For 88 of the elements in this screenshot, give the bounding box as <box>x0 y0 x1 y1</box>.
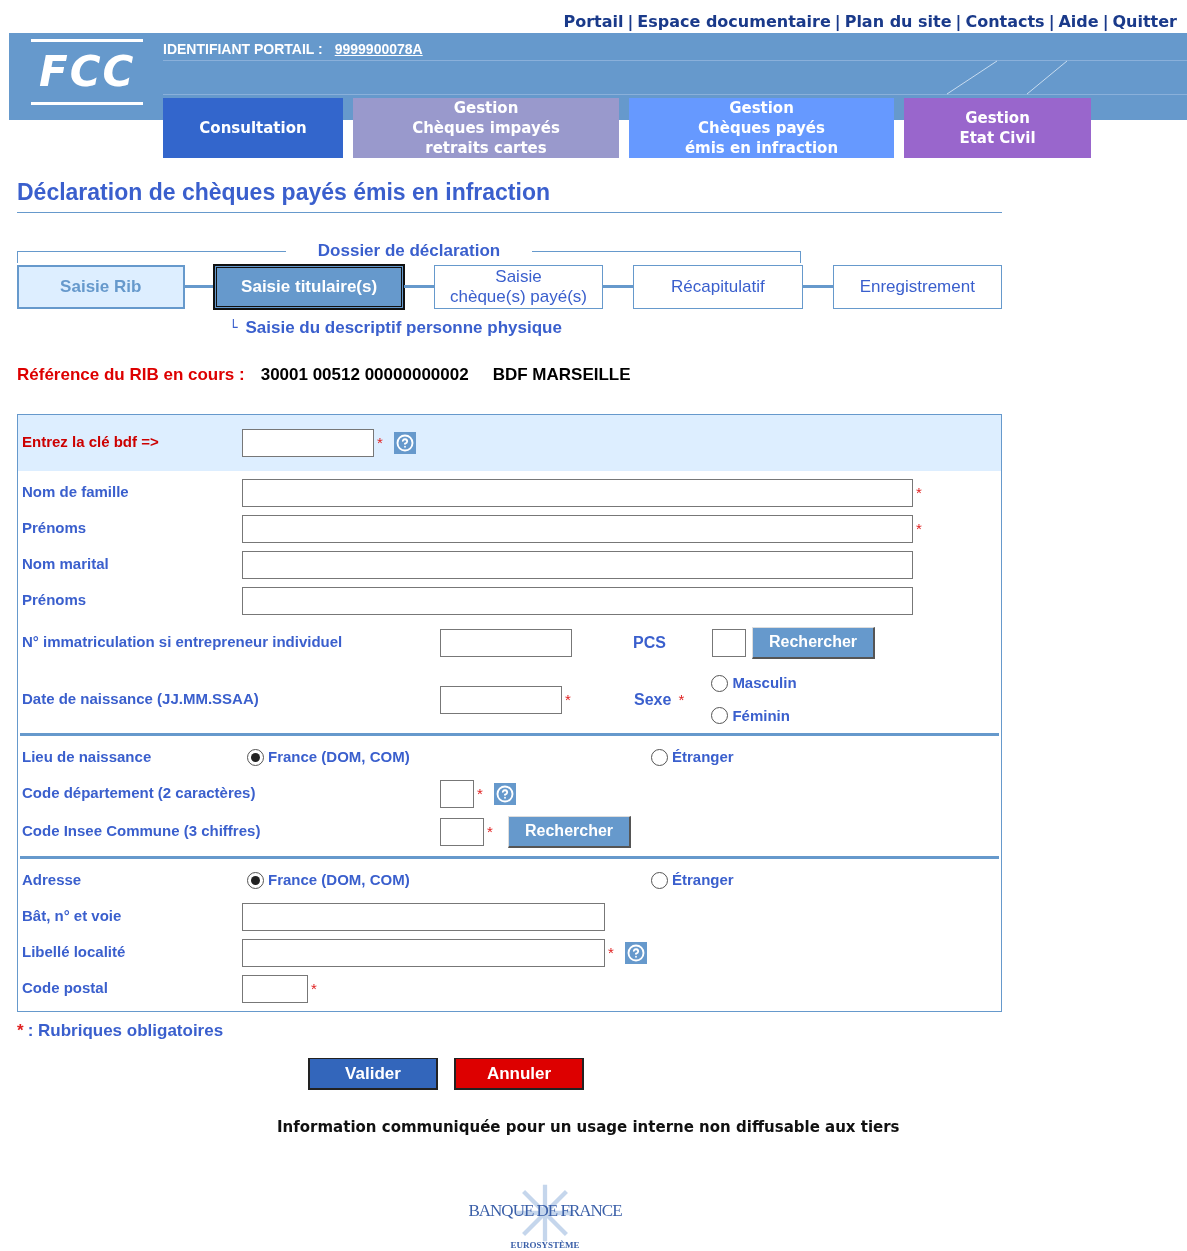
field-label: Nom de famille <box>22 482 130 503</box>
step-tab[interactable]: Saisie chèque(s) payé(s) <box>433 264 604 309</box>
submit-button[interactable]: Valider <box>308 1058 438 1090</box>
required-mark: * <box>310 981 318 996</box>
field-label: Prénoms <box>22 590 88 611</box>
portal-id-link[interactable]: 9999900078A <box>334 39 423 60</box>
search-button[interactable]: Rechercher <box>752 626 876 659</box>
radio-button[interactable] <box>711 674 729 692</box>
rib-value: 30001 00512 00000000002 <box>260 364 469 386</box>
field-label: Prénoms <box>22 518 88 539</box>
radio-button[interactable] <box>247 872 264 889</box>
field-label: Libellé localité <box>22 942 127 963</box>
menu-tab[interactable]: Gestion Etat Civil <box>904 98 1091 158</box>
radio-button[interactable] <box>711 707 729 725</box>
input-field[interactable] <box>440 817 484 846</box>
field-label: Code postal <box>22 978 109 999</box>
field-label: Adresse <box>22 870 83 891</box>
input-field[interactable] <box>440 628 572 657</box>
input-field[interactable] <box>440 779 474 808</box>
radio-label: Masculin <box>732 673 797 693</box>
field-label: Code département (2 caractères) <box>22 783 257 804</box>
notice-text: Information communiquée pour un usage interne non diffusable aux tiers <box>277 1117 901 1138</box>
top-link[interactable]: Contacts <box>965 10 1045 33</box>
input-field[interactable] <box>242 938 605 967</box>
search-button[interactable]: Rechercher <box>508 815 632 848</box>
required-mark: * <box>476 786 484 801</box>
cancel-button[interactable]: Annuler <box>454 1058 584 1090</box>
field-label: Sexe <box>634 689 672 710</box>
help-icon[interactable] <box>394 431 416 454</box>
input-field[interactable] <box>242 428 374 457</box>
link-separator: | <box>954 11 963 33</box>
rib-label: Référence du RIB en cours : <box>17 364 245 386</box>
field-label: Code Insee Commune (3 chiffres) <box>22 821 262 842</box>
input-field[interactable] <box>440 685 562 714</box>
field-label: Nom marital <box>22 554 110 575</box>
required-mark: * <box>486 824 494 839</box>
input-field[interactable] <box>242 550 913 579</box>
field-label: N° immatriculation si entrepreneur individuel <box>22 632 344 653</box>
radio-label: Étranger <box>672 747 734 768</box>
required-mark: * <box>677 691 686 707</box>
required-mark: * <box>915 521 923 536</box>
top-link[interactable]: Aide <box>1058 10 1099 33</box>
field-label: PCS <box>633 632 667 653</box>
required-mark: * <box>607 945 615 960</box>
input-field[interactable] <box>242 586 913 615</box>
step-tab[interactable]: Enregistrement <box>832 264 1002 309</box>
top-link[interactable]: Espace documentaire <box>637 10 831 33</box>
radio-label: Féminin <box>732 705 790 726</box>
legend-text: : Rubriques obligatoires <box>27 1019 224 1042</box>
field-label: Lieu de naissance <box>22 747 153 768</box>
radio-label: Étranger <box>672 870 734 891</box>
link-separator: | <box>1101 11 1110 33</box>
portal-id-label: IDENTIFIANT PORTAIL : <box>163 40 323 59</box>
field-label: Bât, n° et voie <box>22 906 123 927</box>
help-icon[interactable] <box>625 941 647 964</box>
radio-button[interactable] <box>247 749 264 766</box>
top-link[interactable]: Portail <box>563 10 624 33</box>
top-link[interactable]: Plan du site <box>844 10 952 33</box>
input-field[interactable] <box>242 514 913 543</box>
bank-logo: BANQUE DE FRANCE EUROSYSTÈME <box>465 1182 625 1251</box>
required-mark: * <box>376 435 384 450</box>
link-separator: | <box>833 11 842 33</box>
group-label: Dossier de déclaration <box>316 240 502 261</box>
link-separator: | <box>626 11 635 33</box>
link-separator: | <box>1047 11 1056 33</box>
top-link[interactable]: Quitter <box>1112 10 1177 33</box>
logo: FCC <box>31 39 144 105</box>
field-label: Date de naissance (JJ.MM.SSAA) <box>22 689 260 710</box>
page-title: Déclaration de chèques payés émis en infraction <box>17 175 1002 213</box>
field-label: Entrez la clé bdf => <box>22 432 160 453</box>
radio-button[interactable] <box>651 749 668 766</box>
input-field[interactable] <box>242 478 913 507</box>
menu-tab[interactable]: Consultation <box>163 98 343 158</box>
required-mark: * <box>17 1019 24 1042</box>
rib-bank: BDF MARSEILLE <box>492 364 631 386</box>
help-icon[interactable] <box>494 782 516 805</box>
step-tab[interactable]: Saisie titulaire(s) <box>214 264 404 309</box>
input-field[interactable] <box>712 628 746 657</box>
required-mark: * <box>915 485 923 500</box>
step-tab[interactable]: Récapitulatif <box>633 264 803 309</box>
input-field[interactable] <box>242 974 308 1003</box>
required-mark: * <box>564 692 572 707</box>
radio-label: France (DOM, COM) <box>268 870 410 891</box>
substep-mark: └ <box>229 317 238 337</box>
substep-text: Saisie du descriptif personne physique <box>245 316 562 339</box>
input-field[interactable] <box>242 902 605 931</box>
radio-label: France (DOM, COM) <box>268 747 410 768</box>
radio-button[interactable] <box>651 872 668 889</box>
